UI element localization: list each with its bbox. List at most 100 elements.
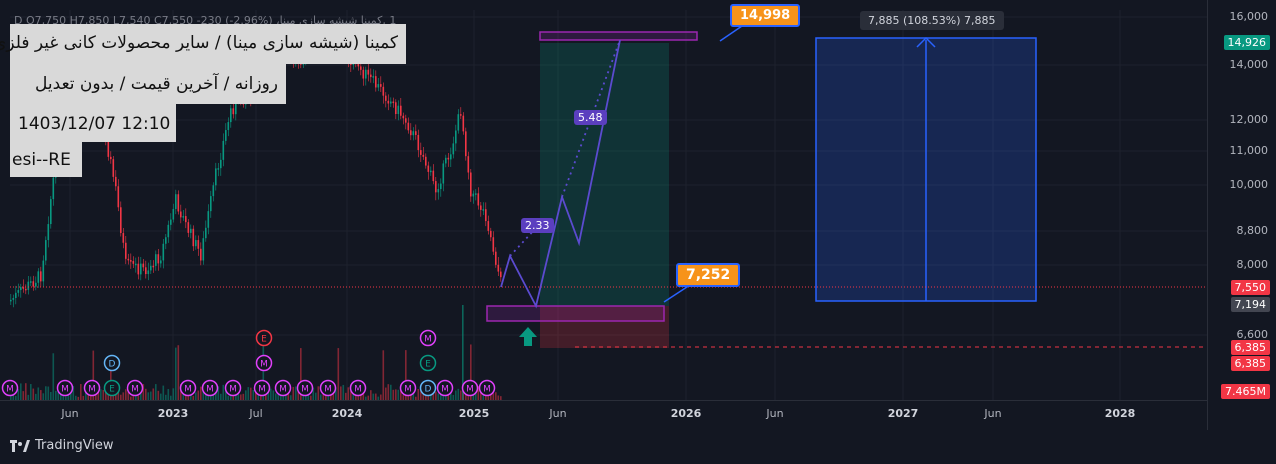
earnings-marker[interactable]: E (255, 329, 273, 347)
volume-bar (15, 395, 17, 400)
volume-bar (102, 389, 105, 400)
candle (487, 221, 490, 231)
candle (407, 122, 410, 131)
candle (132, 261, 135, 264)
dividend-marker[interactable]: M (201, 379, 219, 397)
candle (485, 209, 487, 222)
candle (215, 168, 217, 186)
tradingview-logo[interactable]: TradingView (10, 438, 114, 453)
price-badge-stop: 6,385 (1230, 340, 1270, 355)
dividend-marker[interactable]: M (399, 379, 417, 397)
candle (365, 69, 367, 79)
volume-bar (397, 389, 400, 400)
dividend-marker-letter: M (131, 385, 139, 395)
dividend-marker[interactable]: M (274, 379, 292, 397)
volume-bar (377, 396, 380, 400)
volume-bar (290, 395, 292, 400)
volume-bar (52, 353, 55, 400)
brand-name: TradingView (35, 438, 114, 453)
candle (135, 263, 137, 266)
candle (402, 115, 405, 119)
dividend-marker[interactable]: M (1, 379, 19, 397)
volume-bar (170, 395, 172, 400)
candle (380, 84, 382, 87)
candle (205, 227, 207, 239)
volume-bar (37, 387, 40, 400)
volume-bar (435, 391, 437, 400)
price-badge-stop-2: 6,385 (1230, 356, 1270, 371)
volume-bar (195, 392, 197, 400)
x-tick-2024: 2024 (331, 407, 363, 420)
candle (120, 207, 122, 234)
candle (427, 165, 430, 172)
volume-bar (75, 395, 77, 400)
dividend-marker[interactable]: M (83, 379, 101, 397)
earnings-marker[interactable]: E (419, 354, 437, 372)
volume-bar (150, 391, 152, 400)
volume-bar (385, 387, 387, 400)
volume-bar (35, 393, 37, 400)
dividend-marker[interactable]: M (436, 379, 454, 397)
candle (195, 240, 197, 247)
candle (410, 130, 412, 136)
volume-bar (65, 396, 67, 400)
volume-bar (392, 389, 395, 400)
target-price-callout[interactable]: 14,998 (730, 4, 801, 27)
wave-label-2: 5.48 (574, 110, 607, 125)
x-tick-jun-2025: Jun (549, 407, 567, 420)
dividend-marker[interactable]: M (56, 379, 74, 397)
x-tick-jun-2026: Jun (766, 407, 784, 420)
dividend-marker[interactable]: M (126, 379, 144, 397)
split-marker[interactable]: D (419, 379, 437, 397)
volume-bar (50, 391, 52, 400)
dividend-marker[interactable]: M (349, 379, 367, 397)
candle (180, 211, 182, 218)
dividend-marker[interactable]: M (255, 354, 273, 372)
candle (430, 170, 432, 173)
earnings-marker[interactable]: E (103, 379, 121, 397)
x-tick-jul-2023: Jul (249, 407, 263, 420)
candle (465, 131, 467, 157)
candle (482, 209, 485, 211)
chart-datetime: 1403/12/07 12:10 (10, 104, 176, 142)
volume-bar (310, 395, 312, 400)
volume-bar (247, 387, 250, 400)
candle (10, 299, 12, 302)
dividend-marker[interactable]: M (253, 379, 271, 397)
volume-bar (227, 395, 230, 400)
volume-bar (292, 387, 295, 400)
volume-bar (125, 389, 127, 400)
x-tick-2023: 2023 (157, 407, 189, 420)
tradingview-logo-icon (10, 439, 30, 452)
x-tick-2027: 2027 (887, 407, 919, 420)
candle (390, 101, 392, 104)
split-marker[interactable]: D (103, 354, 121, 372)
entry-price-callout[interactable]: 7,252 (676, 263, 741, 287)
dividend-marker[interactable]: M (419, 329, 437, 347)
candle (217, 168, 220, 170)
candle (122, 233, 125, 243)
dividend-marker[interactable]: M (319, 379, 337, 397)
candle (395, 102, 397, 115)
dividend-marker[interactable]: M (296, 379, 314, 397)
volume-bar (337, 348, 340, 400)
candle (425, 156, 427, 166)
volume-bar (402, 395, 405, 400)
dividend-marker[interactable]: M (179, 379, 197, 397)
event-markers: M M M M M M M M M M M M M M ME D MDEMME (1, 329, 496, 397)
up-arrow-icon (519, 327, 537, 346)
volume-bar (457, 388, 460, 400)
symbol-title: کمینا (شیشه سازی مینا) / سایر محصولات کا… (0, 24, 406, 64)
target-zone (540, 43, 669, 306)
dividend-marker[interactable]: M (224, 379, 242, 397)
dividend-marker[interactable]: M (461, 379, 479, 397)
axis-divider (1207, 0, 1208, 430)
volume-bar (25, 383, 27, 400)
volume-bar (250, 387, 252, 400)
volume-bar (242, 393, 245, 400)
candle (457, 114, 460, 131)
volume-bar (77, 396, 80, 400)
candle (187, 222, 190, 233)
dividend-marker[interactable]: M (478, 379, 496, 397)
candle (490, 230, 492, 238)
